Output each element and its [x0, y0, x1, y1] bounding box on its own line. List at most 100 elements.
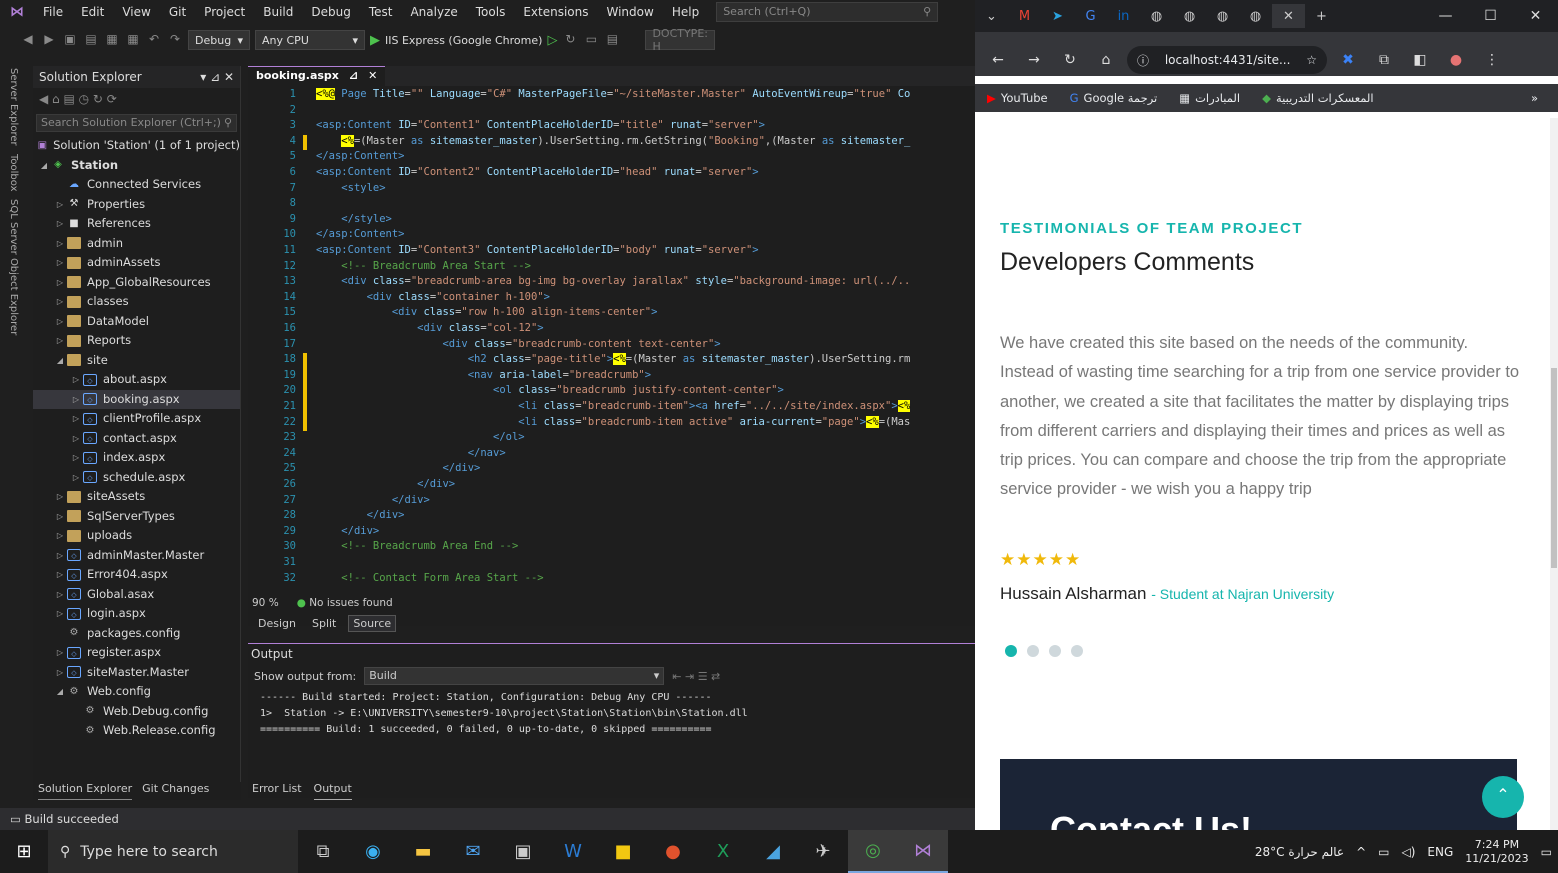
code-line[interactable]: </asp:Content> [316, 228, 405, 240]
output-toolbar-icons[interactable]: ⇤ ⇥ ☰ ⇄ [672, 670, 720, 683]
back-icon[interactable]: ← [983, 52, 1013, 68]
tab-output[interactable]: Output [313, 782, 352, 800]
tree-item[interactable]: ▷ ⚒ Properties [33, 195, 240, 215]
tree-item[interactable]: ▷ ◇ register.aspx [33, 643, 240, 663]
tree-item[interactable]: ▷ classes [33, 292, 240, 312]
expand-icon[interactable]: ▷ [53, 565, 67, 585]
start-without-debug-icon[interactable]: ▷ [547, 33, 557, 48]
edge-icon[interactable]: ◉ [348, 830, 398, 873]
gmail-tab-icon[interactable]: M [1008, 4, 1041, 28]
tab-source[interactable]: Source [348, 614, 397, 632]
tab-design[interactable]: Design [254, 616, 300, 631]
expand-icon[interactable]: ◢ [37, 156, 51, 176]
menu-tools[interactable]: Tools [467, 0, 515, 24]
menu-extensions[interactable]: Extensions [514, 0, 597, 24]
puzzle-icon[interactable]: ⧉ [1369, 52, 1399, 68]
linkedin-tab-icon[interactable]: in [1107, 4, 1140, 28]
code-line[interactable]: <ol class="breadcrumb justify-content-ce… [316, 384, 784, 396]
tree-item[interactable]: ⚙ Web.Release.config [33, 721, 240, 741]
code-line[interactable]: <nav aria-label="breadcrumb"> [316, 369, 651, 381]
server-explorer-tab[interactable]: Server Explorer [8, 68, 19, 146]
code-line[interactable]: <%@ Page Title="" Language="C#" MasterPa… [316, 88, 910, 100]
notification-icon[interactable]: ▭ [1541, 845, 1552, 859]
clock[interactable]: 7:24 PM 11/21/2023 [1465, 838, 1528, 866]
code-line[interactable]: <!-- Contact Form Area Start --> [316, 572, 543, 584]
forward-icon[interactable]: → [1019, 52, 1049, 68]
globe-tab-icon[interactable]: ◍ [1239, 4, 1272, 28]
more-bookmarks-icon[interactable]: » [1531, 91, 1558, 105]
forward-icon[interactable]: ▶ [41, 32, 57, 48]
sql-server-tab[interactable]: SQL Server Object Explorer [8, 199, 19, 335]
tree-item[interactable]: ▷ adminAssets [33, 253, 240, 273]
tree-item[interactable]: ▷ App_GlobalResources [33, 273, 240, 293]
maximize-icon[interactable]: ☐ [1468, 8, 1513, 24]
code-line[interactable]: <div class="breadcrumb-content text-cent… [316, 338, 720, 350]
code-line[interactable]: <asp:Content ID="Content3" ContentPlaceH… [316, 244, 759, 256]
redo-icon[interactable]: ↷ [167, 32, 183, 48]
battery-icon[interactable]: ▭ [1378, 845, 1389, 859]
tree-item[interactable]: ▷ ◇ Global.asax [33, 585, 240, 605]
code-line[interactable]: <li class="breadcrumb-item"><a href="../… [316, 400, 911, 412]
code-line[interactable]: </div> [316, 509, 405, 521]
expand-icon[interactable]: ▷ [53, 643, 67, 663]
expand-icon[interactable]: ▷ [53, 585, 67, 605]
tree-item[interactable]: ▷ ◇ Error404.aspx [33, 565, 240, 585]
tree-item[interactable]: ▷ ◇ contact.aspx [33, 429, 240, 449]
platform-dropdown[interactable]: Any CPU ▾ [255, 30, 365, 50]
globe-tab-icon[interactable]: ◍ [1140, 4, 1173, 28]
close-icon[interactable]: ▾ ⊿ ✕ [200, 70, 234, 84]
code-editor[interactable]: booking.aspx ⊿ ✕ 1 <%@ Page Title="" Langua… [248, 66, 975, 626]
expand-icon[interactable]: ▷ [69, 390, 83, 410]
expand-icon[interactable]: ▷ [53, 273, 67, 293]
code-line[interactable]: </div> [316, 525, 379, 537]
tree-item[interactable]: ▷ ◇ booking.aspx [33, 389, 240, 410]
extension-icon[interactable]: ✖ [1333, 52, 1363, 68]
expand-icon[interactable]: ▷ [53, 253, 67, 273]
google-tab-icon[interactable]: G [1074, 4, 1107, 28]
tree-item[interactable]: ▷ ◇ siteMaster.Master [33, 663, 240, 683]
store-icon[interactable]: ▣ [498, 830, 548, 873]
globe-tab-icon[interactable]: ◍ [1206, 4, 1239, 28]
browse-icon[interactable]: ▭ [583, 32, 599, 48]
tree-item[interactable]: ▷ Reports [33, 331, 240, 351]
menu-edit[interactable]: Edit [72, 0, 113, 24]
tree-item[interactable]: ▷ SqlServerTypes [33, 507, 240, 527]
expand-icon[interactable]: ▷ [69, 370, 83, 390]
sidepanel-icon[interactable]: ◧ [1405, 52, 1435, 68]
se-toolbar-icons[interactable]: ◀ ⌂ ▤ ◷ ↻ ⟳ [39, 92, 117, 106]
expand-icon[interactable]: ▷ [53, 546, 67, 566]
app-icon[interactable]: ✈ [798, 830, 848, 873]
bookmark-initiatives[interactable]: ▦ المبادرات [1179, 91, 1240, 105]
tree-item[interactable]: ▷ ◇ schedule.aspx [33, 468, 240, 488]
code-line[interactable]: </style> [316, 213, 392, 225]
code-area[interactable]: 1 <%@ Page Title="" Language="C#" MasterP… [248, 88, 975, 593]
open-icon[interactable]: ▤ [83, 32, 99, 48]
tree-item[interactable]: ▷ ◇ index.aspx [33, 448, 240, 468]
reload-icon[interactable]: ↻ [1055, 52, 1085, 68]
new-item-icon[interactable]: ▣ [62, 32, 78, 48]
run-icon[interactable]: ▶ [370, 33, 380, 48]
language-indicator[interactable]: ENG [1427, 845, 1453, 859]
word-icon[interactable]: W [548, 830, 598, 873]
globe-tab-icon[interactable]: ◍ [1173, 4, 1206, 28]
output-source-dropdown[interactable]: Build ▾ [364, 667, 665, 685]
expand-icon[interactable]: ▷ [53, 487, 67, 507]
new-tab-icon[interactable]: + [1305, 4, 1338, 28]
tree-item[interactable]: ▣ Solution 'Station' (1 of 1 project) [33, 136, 240, 156]
back-to-top-button[interactable]: ⌃ [1482, 776, 1524, 818]
excel-icon[interactable]: X [698, 830, 748, 873]
menu-test[interactable]: Test [360, 0, 402, 24]
expand-icon[interactable]: ▷ [69, 409, 83, 429]
expand-icon[interactable]: ▷ [53, 507, 67, 527]
tab-git-changes[interactable]: Git Changes [142, 782, 209, 800]
expand-icon[interactable]: ▷ [53, 604, 67, 624]
carousel-dot[interactable] [1049, 645, 1061, 657]
tab-booking-aspx[interactable]: booking.aspx ⊿ ✕ [248, 66, 386, 86]
tree-item[interactable]: ▷ ■ References [33, 214, 240, 234]
tab-split[interactable]: Split [308, 616, 340, 631]
code-line[interactable]: <div class="container h-100"> [316, 291, 550, 303]
config-dropdown[interactable]: Debug ▾ [188, 30, 250, 50]
expand-icon[interactable]: ▷ [53, 214, 67, 234]
expand-icon[interactable]: ▷ [69, 468, 83, 488]
tree-item[interactable]: ⚙ Web.Debug.config [33, 702, 240, 722]
